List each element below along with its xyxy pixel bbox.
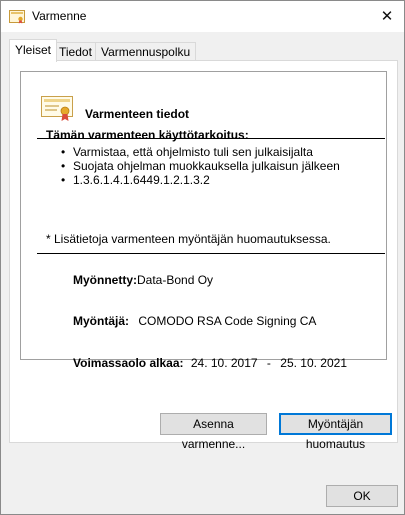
divider [37, 253, 385, 254]
issuer-statement-button[interactable]: Myöntäjän huomautus [279, 413, 392, 451]
footnote: * Lisätietoja varmenteen myöntäjän huoma… [46, 232, 331, 246]
tab-label: Tiedot [59, 45, 92, 59]
tab-certification-path[interactable]: Varmennuspolku [95, 42, 197, 61]
issued-to-row: Myönnetty:Data-Bond Oy [73, 273, 213, 287]
list-item: Varmistaa, että ohjelmisto tuli sen julk… [61, 145, 340, 159]
install-certificate-button[interactable]: Asenna varmenne... [160, 413, 267, 451]
install-certificate-label: Asenna varmenne... [181, 417, 246, 451]
list-item: 1.3.6.1.4.1.6449.1.2.1.3.2 [61, 173, 340, 187]
certificate-icon [9, 10, 25, 24]
tab-label: Varmennuspolku [101, 45, 191, 59]
close-button[interactable]: ✕ [377, 7, 397, 25]
valid-from-label: Voimassaolo alkaa: [73, 356, 184, 370]
issuer-statement-label: Myöntäjän huomautus [305, 417, 366, 451]
close-icon: ✕ [380, 7, 394, 25]
general-tab-panel: Varmenteen tiedot Tämän varmenteen käytt… [9, 60, 398, 451]
validity-row: Voimassaolo alkaa: 24. 10. 2017 - 25. 10… [73, 356, 347, 370]
valid-range-separator: - [266, 356, 271, 370]
tab-label: Yleiset [15, 43, 52, 57]
certificate-icon [41, 96, 73, 121]
issued-to-value: Data-Bond Oy [137, 273, 214, 287]
issuer-label: Myöntäjä: [73, 314, 130, 328]
tab-strip: Yleiset Tiedot Varmennuspolku [9, 39, 389, 62]
ok-label: OK [353, 489, 371, 503]
window-title: Varmenne [32, 9, 87, 23]
purpose-title: Tämän varmenteen käyttötarkoitus: [46, 128, 249, 142]
list-item: Suojata ohjelman muokkauksella julkaisun… [61, 159, 340, 173]
issued-to-label: Myönnetty: [73, 273, 137, 287]
tab-details[interactable]: Tiedot [53, 42, 98, 61]
valid-from-value: 24. 10. 2017 [190, 356, 258, 370]
ok-button[interactable]: OK [326, 485, 398, 507]
certificate-info-box: Varmenteen tiedot Tämän varmenteen käytt… [20, 71, 387, 370]
purpose-list: Varmistaa, että ohjelmisto tuli sen julk… [61, 145, 340, 187]
title-bar: Varmenne ✕ [1, 1, 404, 32]
certificate-dialog: Varmenne ✕ Yleiset Tiedot Varmennuspolku… [0, 0, 405, 515]
info-heading: Varmenteen tiedot [85, 107, 190, 121]
tab-general[interactable]: Yleiset [9, 39, 58, 62]
issuer-value: COMODO RSA Code Signing CA [138, 314, 317, 328]
valid-to-value: 25. 10. 2021 [280, 356, 347, 370]
issuer-row: Myöntäjä: COMODO RSA Code Signing CA [73, 314, 316, 328]
